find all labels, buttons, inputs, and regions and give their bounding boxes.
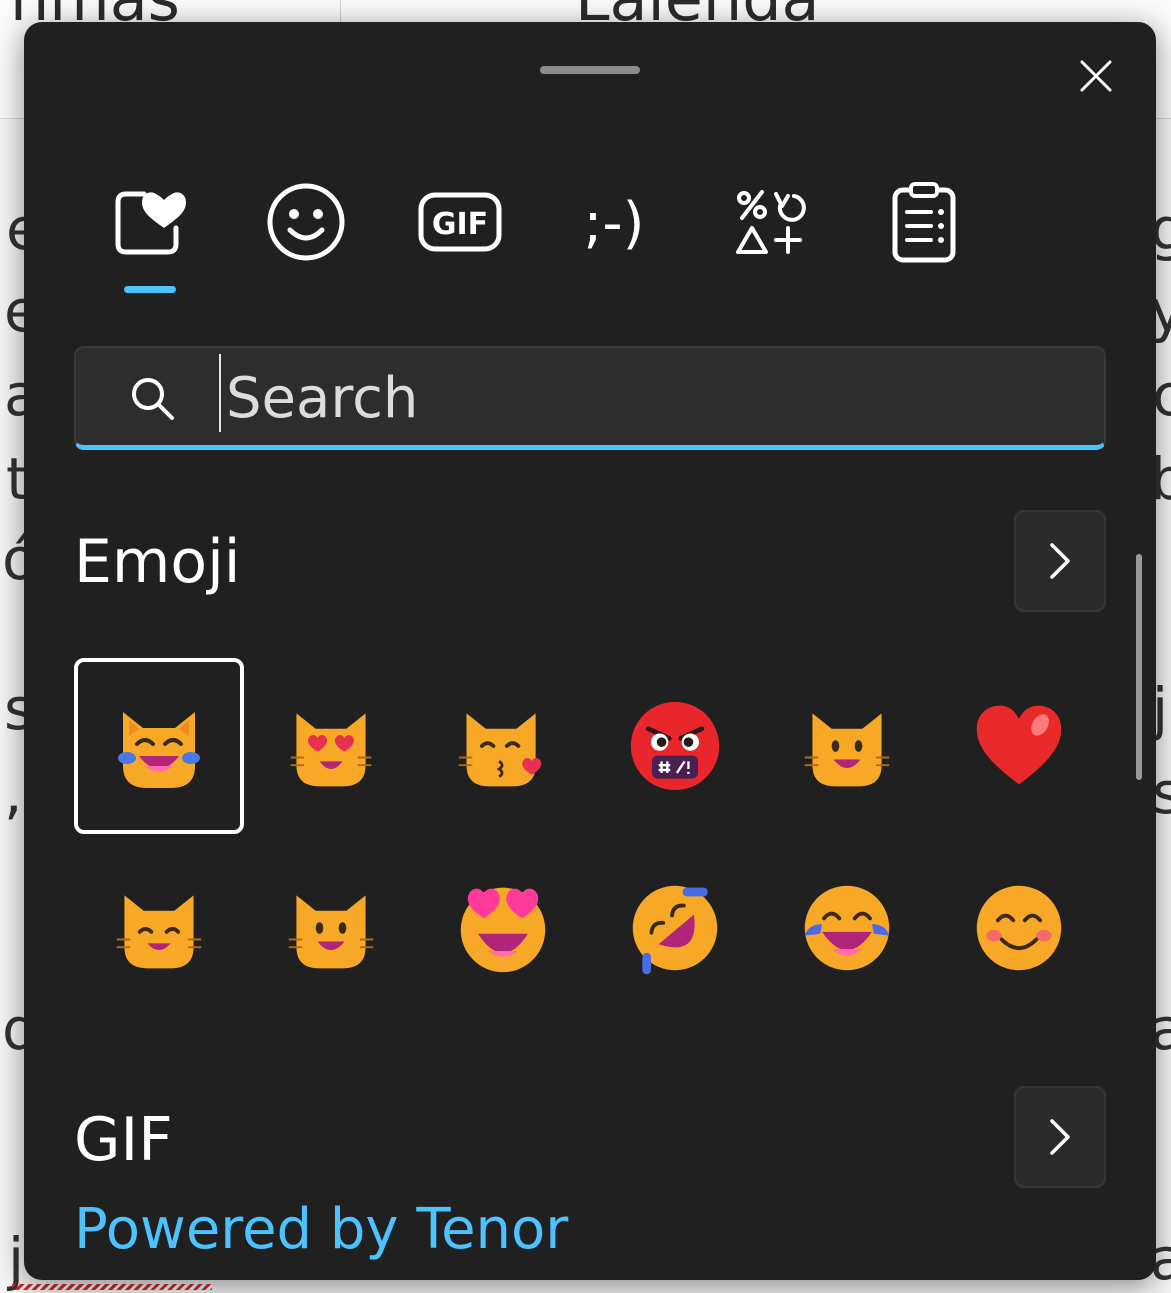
emoji-smiling-face-with-smiling-eyes[interactable] (934, 840, 1104, 1016)
active-tab-indicator (124, 286, 176, 293)
emoji-rolling-on-the-floor-laughing[interactable] (590, 840, 760, 1016)
red-heart-emoji (976, 705, 1062, 785)
symbols-icon (736, 190, 806, 254)
tab-favorites[interactable] (100, 172, 200, 272)
scrollbar-thumb[interactable] (1136, 554, 1142, 780)
chevron-right-icon (1050, 543, 1070, 579)
emoji-face-with-tears-of-joy[interactable] (762, 840, 932, 1016)
powered-by-tenor-link[interactable]: Powered by Tenor (74, 1202, 568, 1258)
cat-smiling-eyes-emoji (116, 895, 202, 969)
spellcheck-underline (12, 1284, 212, 1290)
emoji-grinning-cat-with-smiling-eyes[interactable] (74, 840, 244, 1016)
emoji-section-title: Emoji (74, 527, 241, 597)
gif-section-title: GIF (74, 1105, 173, 1175)
close-icon (1080, 60, 1112, 92)
cursing-face-emoji (630, 701, 720, 791)
emoji-red-heart[interactable] (934, 658, 1104, 834)
kissing-cat-emoji (458, 713, 542, 787)
search-box[interactable] (74, 346, 1106, 450)
emoji-grinning-cat[interactable] (762, 658, 932, 834)
emoji-smiling-face-with-heart-eyes[interactable] (418, 840, 588, 1016)
gif-see-more-button[interactable] (1014, 1086, 1106, 1188)
grinning-cat-big-emoji (288, 895, 374, 969)
grinning-cat-emoji (804, 713, 890, 787)
tab-kaomoji[interactable]: ;-) (564, 172, 664, 272)
chevron-right-icon (1050, 1119, 1070, 1155)
search-icon (132, 378, 174, 420)
tab-gif[interactable]: GIF (410, 172, 510, 272)
emoji-picker-panel: GIF ;-) Search Emoji GIF Powered by Teno… (24, 22, 1156, 1280)
text-caret (219, 354, 221, 432)
emoji-cat-with-tears-of-joy[interactable] (74, 658, 244, 834)
document-text-char: j (8, 1225, 25, 1293)
gif-icon: GIF (418, 192, 502, 252)
smiley-icon (267, 183, 345, 261)
kaomoji-icon-label: ;-) (584, 191, 645, 256)
close-button[interactable] (1070, 50, 1122, 102)
divider (340, 0, 341, 22)
clipboard-icon (892, 182, 956, 263)
tab-clipboard[interactable] (874, 172, 974, 272)
heart-favorites-icon (115, 191, 186, 255)
document-text-char: , (4, 759, 23, 827)
emoji-face-with-symbols-on-mouth[interactable] (590, 658, 760, 834)
tears-of-joy-emoji (804, 885, 890, 971)
search-input[interactable] (226, 358, 1066, 438)
emoji-smiling-cat-with-heart-eyes[interactable] (246, 658, 416, 834)
emoji-kissing-cat[interactable] (418, 658, 588, 834)
cat-heart-eyes-emoji (290, 713, 372, 787)
gif-icon-label: GIF (432, 207, 488, 242)
heart-eyes-face-emoji (460, 887, 546, 973)
smiling-eyes-face-emoji (976, 885, 1062, 971)
tab-symbols[interactable] (718, 172, 818, 272)
kaomoji-icon: ;-) (584, 191, 645, 256)
drag-handle[interactable] (540, 66, 640, 74)
tab-emoji[interactable] (256, 172, 356, 272)
cat-tears-of-joy-emoji (118, 712, 200, 788)
emoji-grinning-cat-big[interactable] (246, 840, 416, 1016)
rofl-emoji (632, 885, 718, 975)
emoji-see-more-button[interactable] (1014, 510, 1106, 612)
